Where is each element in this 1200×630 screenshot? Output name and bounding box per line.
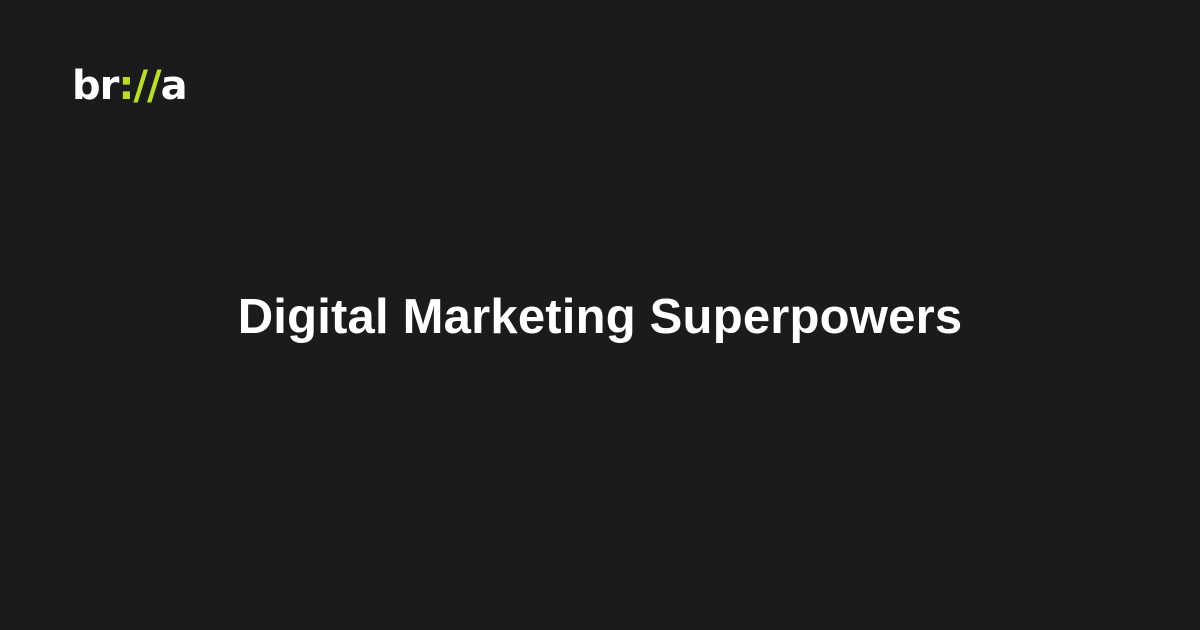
logo-suffix: a bbox=[160, 63, 188, 109]
logo-prefix: br bbox=[72, 63, 119, 109]
page-title: Digital Marketing Superpowers bbox=[237, 290, 963, 344]
logo-accent: :// bbox=[118, 63, 161, 109]
social-card: br :// a Digital Marketing Superpowers bbox=[0, 0, 1200, 630]
brand-logo: br :// a bbox=[72, 63, 188, 109]
